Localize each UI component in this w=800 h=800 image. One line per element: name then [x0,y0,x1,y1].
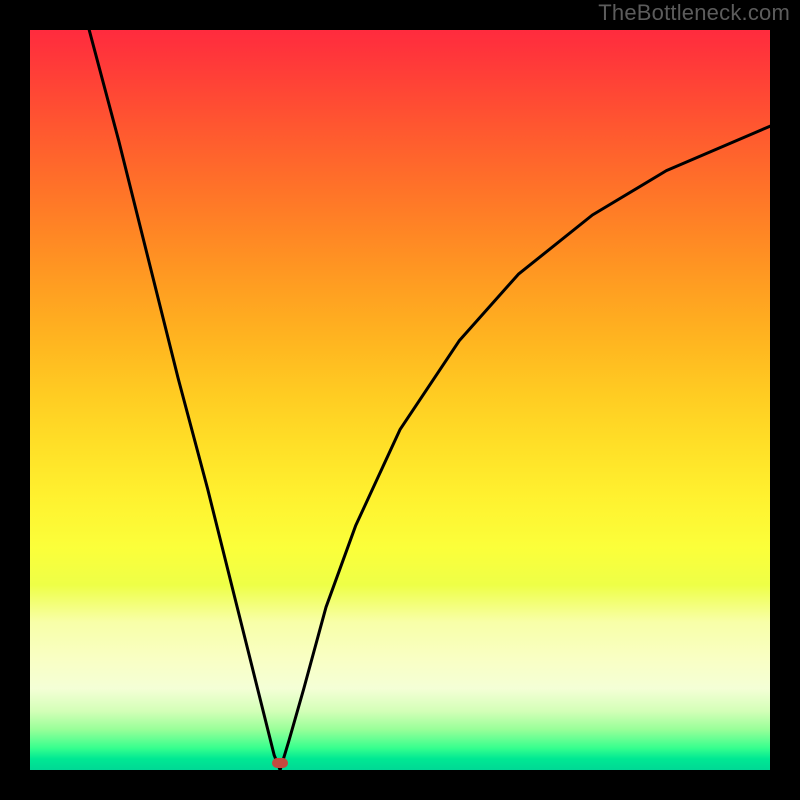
watermark-text: TheBottleneck.com [598,0,790,26]
plot-area [30,30,770,770]
chart-frame: TheBottleneck.com [0,0,800,800]
bottleneck-curve [30,30,770,770]
curve-path [89,30,770,770]
bottleneck-marker [272,758,288,768]
